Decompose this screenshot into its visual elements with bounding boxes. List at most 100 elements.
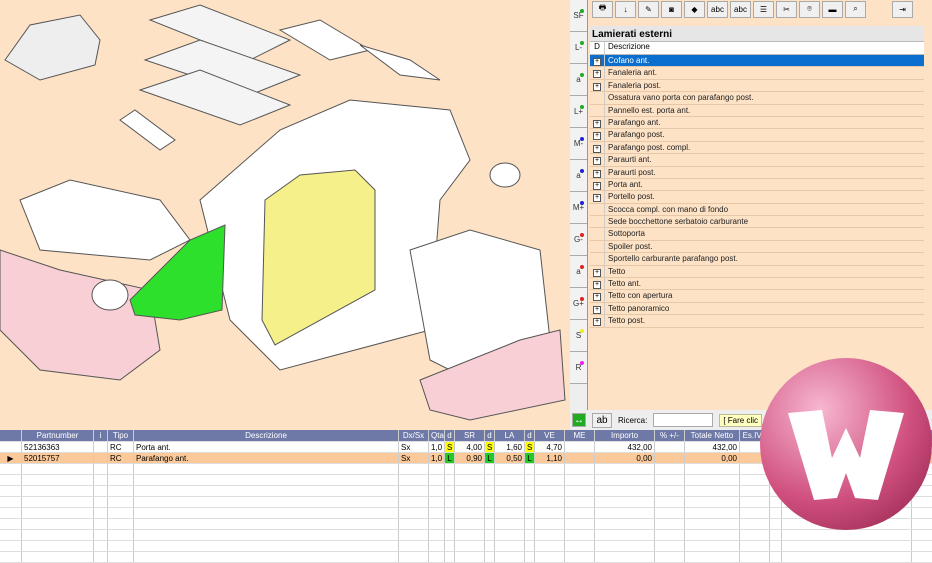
empty-cell — [485, 497, 495, 507]
expand-icon[interactable]: + — [593, 144, 601, 153]
tree-item[interactable]: Ossatura vano porta con parafango post. — [590, 92, 924, 105]
printer-icon[interactable]: 🖶 — [592, 0, 613, 18]
tree-item[interactable]: Pannello est. porta ant. — [590, 104, 924, 117]
headlight[interactable] — [91, 279, 129, 311]
expand-icon[interactable]: + — [593, 157, 601, 166]
tree-item-label: Parafango ant. — [608, 117, 661, 127]
binoculars-icon[interactable]: ⌾ — [799, 0, 820, 18]
tab-10[interactable]: S — [570, 320, 587, 352]
tree-item[interactable]: + Tetto panoramico — [590, 302, 924, 316]
expand-icon[interactable]: + — [593, 318, 601, 327]
empty-cell — [134, 475, 399, 485]
empty-cell — [685, 464, 740, 474]
sort-icon[interactable]: ↓ — [615, 0, 636, 18]
tree-item[interactable]: + Fanaleria ant. — [590, 67, 924, 80]
parts-exploded-diagram[interactable] — [0, 0, 570, 430]
search-input[interactable] — [653, 413, 714, 427]
empty-cell — [399, 519, 429, 529]
empty-cell — [94, 508, 108, 518]
empty-cell — [429, 519, 445, 529]
expand-icon[interactable]: + — [593, 194, 601, 203]
cell: 432,00 — [685, 442, 740, 452]
preview-icon[interactable]: ⌕ — [845, 0, 866, 18]
empty-cell — [685, 541, 740, 551]
tree-item[interactable]: Sede bocchettone serbatoio carburante — [590, 216, 924, 229]
tree-item[interactable]: + Paraurti post. — [590, 166, 924, 179]
tree-item[interactable]: + Tetto con apertura — [590, 290, 924, 303]
empty-cell — [525, 519, 535, 529]
tab-2[interactable]: a — [570, 64, 587, 96]
expand-icon[interactable]: + — [593, 268, 601, 277]
list-icon[interactable]: ☰ — [753, 0, 774, 18]
scissors-icon[interactable]: ✂ — [776, 0, 797, 18]
empty-cell — [22, 552, 94, 562]
camera-icon[interactable]: ◙ — [661, 0, 682, 18]
tab-6[interactable]: M+ — [570, 192, 587, 224]
tree-item[interactable]: + Cofano ant. — [590, 55, 924, 68]
tab-4[interactable]: M- — [570, 128, 587, 160]
tree-item[interactable]: + Porta ant. — [590, 178, 924, 192]
search-hint[interactable]: [ Fare clic — [719, 413, 763, 427]
expand-cell: + — [590, 116, 605, 129]
tree-item[interactable]: + Tetto post. — [590, 315, 924, 328]
tree-item[interactable]: + Parafango post. compl. — [590, 141, 924, 155]
expand-icon[interactable]: + — [593, 70, 601, 79]
tree-item[interactable]: + Parafango post. — [590, 129, 924, 142]
body-shell-thumb[interactable] — [4, 14, 101, 81]
tree-item[interactable]: + Parafango ant. — [590, 116, 924, 130]
expand-icon[interactable]: + — [593, 181, 601, 190]
warning-icon[interactable]: ◆ — [684, 0, 705, 18]
expand-icon[interactable]: + — [593, 281, 601, 290]
empty-cell — [485, 552, 495, 562]
tab-3[interactable]: L+ — [570, 96, 587, 128]
toggle-icon[interactable]: ↔ — [572, 413, 586, 427]
tree-item[interactable]: Spoiler post. — [590, 240, 924, 254]
expand-icon[interactable]: + — [593, 82, 601, 91]
empty-cell — [485, 475, 495, 485]
tree-item[interactable]: Scocca compl. con mano di fondo — [590, 203, 924, 217]
fuel-door[interactable] — [489, 162, 521, 188]
empty-cell — [429, 508, 445, 518]
tab-5[interactable]: a — [570, 160, 587, 192]
exit-icon[interactable]: ⇥ — [892, 0, 913, 18]
pencil-icon[interactable]: ✎ — [638, 0, 659, 18]
expand-cell: + — [590, 191, 605, 203]
expand-icon[interactable]: + — [593, 293, 601, 302]
abc-icon[interactable]: ab — [592, 412, 612, 428]
car-icon[interactable]: ▬ — [822, 0, 843, 18]
abc-icon[interactable]: abc — [707, 0, 728, 18]
tab-7[interactable]: G- — [570, 224, 587, 256]
tree-item[interactable]: Sottoporta — [590, 228, 924, 241]
tree-item[interactable]: + Tetto ant. — [590, 278, 924, 291]
tree-item[interactable]: Sportello carburante parafango post. — [590, 253, 924, 266]
column-header: VE — [535, 430, 565, 441]
tree-item[interactable]: + Portello post. — [590, 191, 924, 204]
tab-9[interactable]: G+ — [570, 288, 587, 320]
expand-icon[interactable]: + — [593, 119, 601, 128]
tab-0[interactable]: SF — [570, 0, 587, 32]
rear-spoiler[interactable] — [359, 44, 441, 81]
empty-cell — [445, 552, 455, 562]
tree-item-label: Tetto ant. — [608, 279, 641, 289]
tree-item[interactable]: + Fanaleria post. — [590, 79, 924, 93]
expand-icon[interactable]: + — [593, 169, 601, 178]
empty-cell — [399, 486, 429, 496]
empty-cell — [134, 486, 399, 496]
hood[interactable] — [19, 179, 191, 261]
expand-icon[interactable]: + — [593, 305, 601, 314]
empty-cell — [565, 519, 595, 529]
tab-11[interactable]: R — [570, 352, 587, 384]
empty-cell — [655, 541, 685, 551]
empty-cell — [134, 541, 399, 551]
status-dot — [580, 201, 584, 205]
tab-1[interactable]: L- — [570, 32, 587, 64]
expand-icon[interactable]: + — [593, 58, 601, 66]
tree-item[interactable]: + Paraurti ant. — [590, 154, 924, 167]
roof-strip[interactable] — [119, 109, 176, 151]
tab-8[interactable]: a — [570, 256, 587, 288]
tree-item[interactable]: + Tetto — [590, 265, 924, 279]
empty-cell — [565, 486, 595, 496]
roof-part[interactable] — [278, 19, 372, 61]
expand-icon[interactable]: + — [593, 132, 601, 141]
abc-edit-icon[interactable]: abc — [730, 0, 751, 18]
